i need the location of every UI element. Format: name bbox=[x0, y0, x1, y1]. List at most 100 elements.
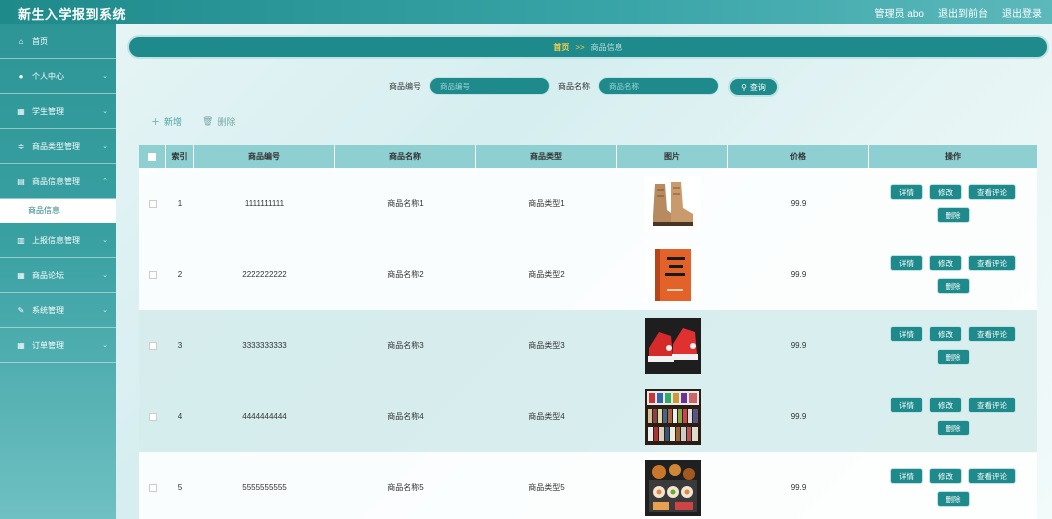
row-delete-button[interactable]: 删除 bbox=[936, 420, 970, 436]
row-ops: 详情 修改 查看评论 删除 bbox=[869, 452, 1037, 519]
detail-button[interactable]: 详情 bbox=[890, 468, 923, 484]
sidebar-item-label: 商品类型管理 bbox=[32, 141, 80, 151]
code-input[interactable] bbox=[429, 77, 550, 95]
view-reviews-button[interactable]: 查看评论 bbox=[968, 397, 1016, 413]
row-code: 5555555555 bbox=[242, 483, 287, 492]
header-type: 商品类型 bbox=[476, 145, 617, 168]
row-checkbox[interactable] bbox=[148, 483, 157, 492]
sidebar-item-label: 上报信息管理 bbox=[32, 235, 80, 245]
sidebar-subitem-product-info[interactable]: 商品信息 bbox=[0, 199, 116, 223]
detail-button[interactable]: 详情 bbox=[890, 184, 923, 200]
table-header: 索引 商品编号 商品名称 商品类型 图片 价格 操作 bbox=[139, 145, 1037, 168]
sidebar-item-orders[interactable]: ▦ 订单管理 ⌄ bbox=[0, 328, 116, 363]
header-checkbox-cell bbox=[139, 145, 166, 168]
view-reviews-button[interactable]: 查看评论 bbox=[968, 255, 1016, 271]
row-image-cell bbox=[617, 452, 728, 519]
back-to-front-link[interactable]: 退出到前台 bbox=[938, 5, 988, 20]
add-button-label: 新增 bbox=[164, 117, 183, 127]
edit-button[interactable]: 修改 bbox=[929, 397, 962, 413]
row-delete-button[interactable]: 删除 bbox=[936, 349, 970, 365]
row-type: 商品类型3 bbox=[528, 341, 565, 350]
row-delete-button[interactable]: 删除 bbox=[936, 278, 970, 294]
row-name: 商品名称4 bbox=[387, 412, 424, 421]
chevron-down-icon: ⌄ bbox=[102, 143, 108, 150]
chevron-down-icon: ⌄ bbox=[102, 307, 108, 314]
table-row: 2 2222222222 商品名称2 商品类型2 99.9 详情 修改 查看评论… bbox=[139, 239, 1037, 310]
sidebar-item-home[interactable]: ⌂ 首页 bbox=[0, 24, 116, 59]
chevron-down-icon: ⌄ bbox=[102, 237, 108, 244]
view-reviews-button[interactable]: 查看评论 bbox=[968, 468, 1016, 484]
row-checkbox[interactable] bbox=[148, 270, 157, 279]
detail-button[interactable]: 详情 bbox=[890, 397, 923, 413]
sidebar-item-label: 订单管理 bbox=[32, 340, 64, 350]
product-image-book bbox=[644, 246, 701, 303]
chevron-down-icon: ⌄ bbox=[102, 342, 108, 349]
row-type: 商品类型2 bbox=[528, 270, 565, 279]
header-image: 图片 bbox=[617, 145, 728, 168]
view-reviews-button[interactable]: 查看评论 bbox=[968, 326, 1016, 342]
search-button[interactable]: ⚲ 查询 bbox=[728, 77, 779, 97]
edit-button[interactable]: 修改 bbox=[929, 184, 962, 200]
row-delete-button[interactable]: 删除 bbox=[936, 207, 970, 223]
table-row: 1 1111111111 商品名称1 商品类型1 99.9 详情 修改 查看评论… bbox=[139, 168, 1037, 239]
row-index: 1 bbox=[177, 199, 183, 208]
sidebar-item-label: 系统管理 bbox=[32, 305, 64, 315]
sidebar-item-product-info[interactable]: ▤ 商品信息管理 ⌃ bbox=[0, 164, 116, 199]
delete-button-label: 删除 bbox=[217, 117, 236, 127]
grid-icon: ▦ bbox=[17, 270, 25, 280]
product-table: 索引 商品编号 商品名称 商品类型 图片 价格 操作 1 1111111111 … bbox=[139, 145, 1037, 519]
doc-icon: ▤ bbox=[17, 176, 25, 186]
product-image-boots bbox=[644, 175, 701, 232]
row-checkbox-cell bbox=[139, 310, 166, 381]
row-index: 2 bbox=[177, 270, 183, 279]
chevron-down-icon: ⌄ bbox=[102, 272, 108, 279]
tools-icon: ✎ bbox=[17, 305, 25, 315]
row-name: 商品名称2 bbox=[387, 270, 424, 279]
sidebar-item-reports[interactable]: ▥ 上报信息管理 ⌄ bbox=[0, 223, 116, 258]
row-checkbox-cell bbox=[139, 239, 166, 310]
row-price: 99.9 bbox=[790, 270, 807, 279]
add-button[interactable]: ＋ 新增 bbox=[151, 115, 182, 128]
row-checkbox[interactable] bbox=[148, 341, 157, 350]
logout-link[interactable]: 退出登录 bbox=[1002, 5, 1042, 20]
row-code: 3333333333 bbox=[242, 341, 287, 350]
home-icon: ⌂ bbox=[18, 36, 24, 46]
name-input[interactable] bbox=[598, 77, 719, 95]
row-type: 商品类型4 bbox=[528, 412, 565, 421]
sidebar-item-system[interactable]: ✎ 系统管理 ⌄ bbox=[0, 293, 116, 328]
search-button-label: 查询 bbox=[749, 82, 766, 92]
detail-button[interactable]: 详情 bbox=[890, 255, 923, 271]
sidebar-item-forum[interactable]: ▦ 商品论坛 ⌄ bbox=[0, 258, 116, 293]
row-checkbox[interactable] bbox=[148, 412, 157, 421]
row-ops: 详情 修改 查看评论 删除 bbox=[869, 239, 1037, 310]
sidebar-item-product-types[interactable]: ≑ 商品类型管理 ⌄ bbox=[0, 129, 116, 164]
sidebar-item-label: 商品信息管理 bbox=[32, 176, 80, 186]
row-image-cell bbox=[617, 168, 728, 239]
sidebar-item-label: 首页 bbox=[32, 36, 48, 46]
edit-button[interactable]: 修改 bbox=[929, 468, 962, 484]
row-checkbox[interactable] bbox=[148, 199, 157, 208]
row-type: 商品类型1 bbox=[528, 199, 565, 208]
admin-label: 管理员 abo bbox=[874, 9, 924, 20]
table-row: 3 3333333333 商品名称3 商品类型3 99.9 详情 修改 查看评论… bbox=[139, 310, 1037, 381]
row-name: 商品名称3 bbox=[387, 341, 424, 350]
sidebar-item-students[interactable]: ▦ 学生管理 ⌄ bbox=[0, 94, 116, 129]
top-bar: 新生入学报到系统 管理员 abo 退出到前台 退出登录 bbox=[0, 0, 1052, 24]
edit-button[interactable]: 修改 bbox=[929, 326, 962, 342]
detail-button[interactable]: 详情 bbox=[890, 326, 923, 342]
sliders-icon: ≑ bbox=[17, 141, 25, 151]
view-reviews-button[interactable]: 查看评论 bbox=[968, 184, 1016, 200]
breadcrumb-home[interactable]: 首页 bbox=[553, 42, 569, 53]
row-image-cell bbox=[617, 239, 728, 310]
row-checkbox-cell bbox=[139, 452, 166, 519]
header-name: 商品名称 bbox=[335, 145, 476, 168]
code-label: 商品编号 bbox=[389, 82, 421, 91]
sidebar-item-label: 学生管理 bbox=[32, 106, 64, 116]
search-bar: 商品编号 商品名称 ⚲ 查询 bbox=[0, 77, 1052, 97]
row-price: 99.9 bbox=[790, 199, 807, 208]
header-code: 商品编号 bbox=[194, 145, 335, 168]
select-all-checkbox[interactable] bbox=[148, 152, 156, 161]
delete-button[interactable]: 🗑 删除 bbox=[202, 115, 235, 128]
edit-button[interactable]: 修改 bbox=[929, 255, 962, 271]
row-delete-button[interactable]: 删除 bbox=[936, 491, 970, 507]
